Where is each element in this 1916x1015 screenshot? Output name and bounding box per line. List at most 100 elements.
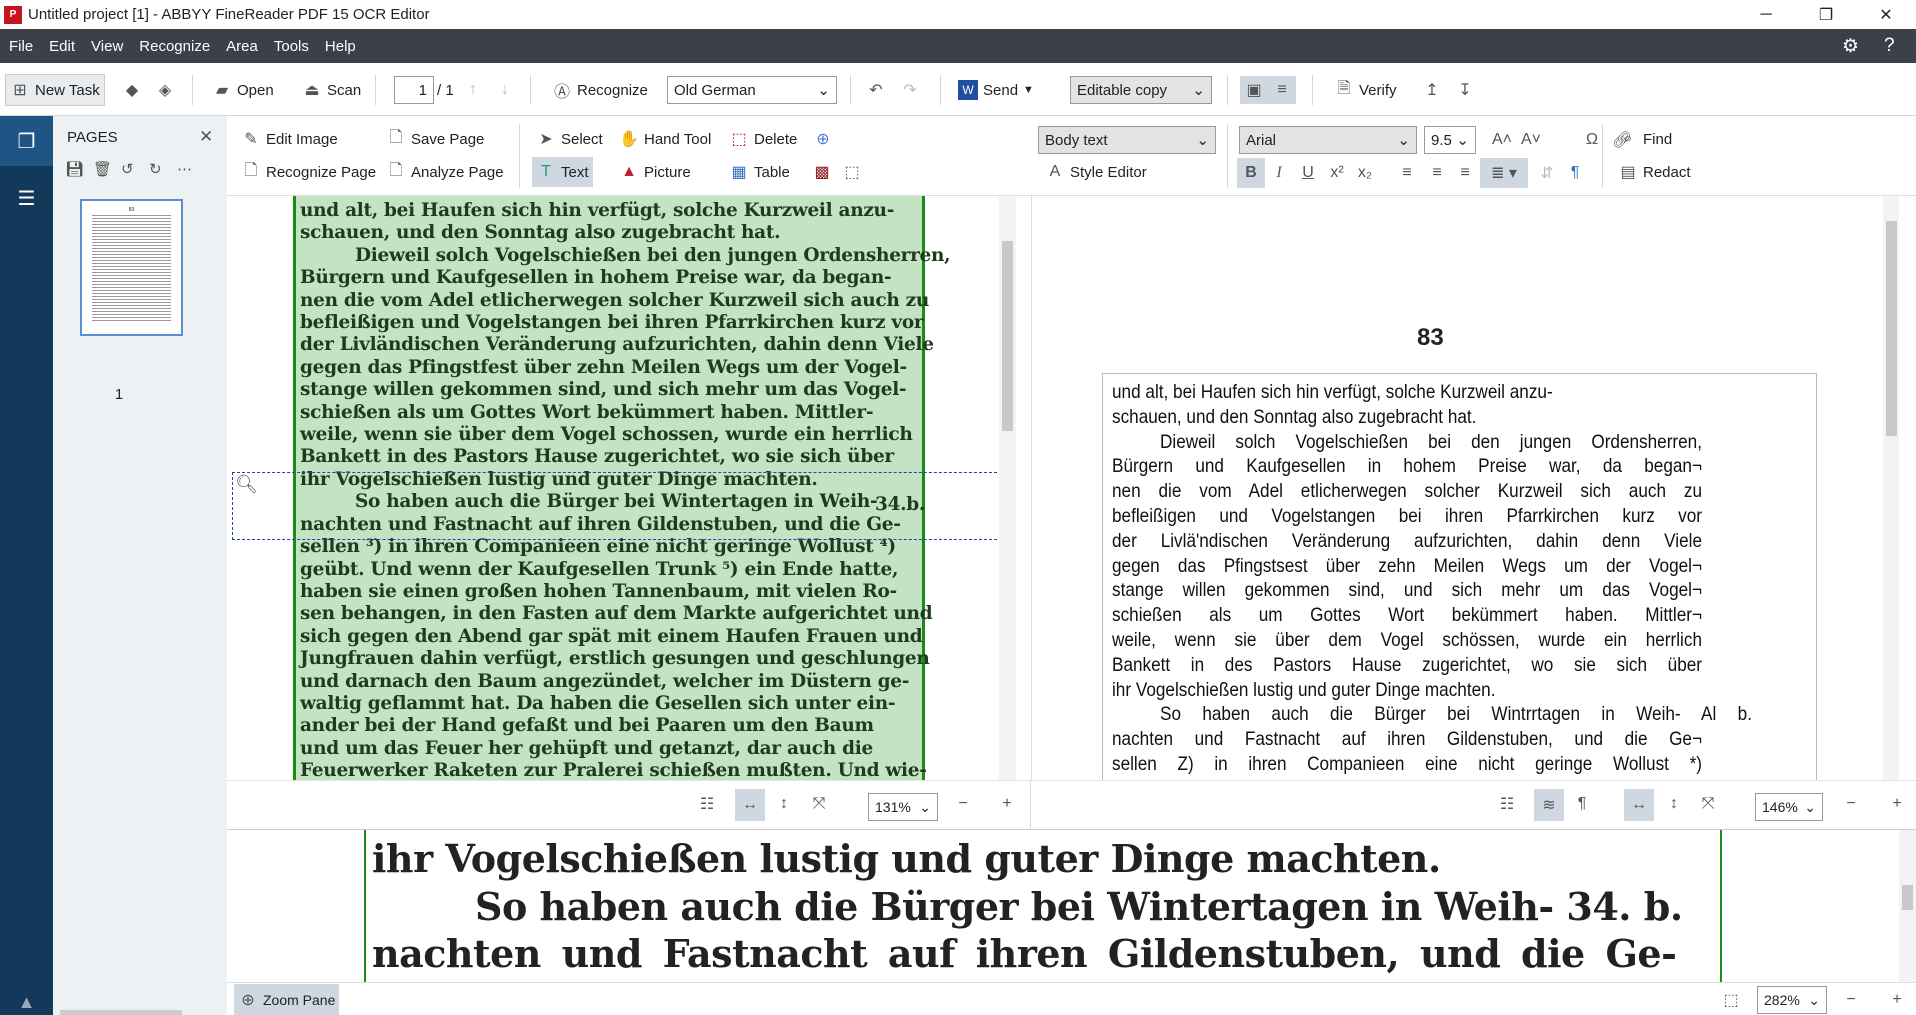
fit-page-icon[interactable]: ⤧ bbox=[1698, 794, 1718, 814]
fit-height-icon[interactable]: ↕ bbox=[774, 794, 794, 814]
page-list-icon[interactable]: ☷ bbox=[697, 794, 717, 814]
save-icon[interactable]: 💾︎ bbox=[65, 160, 84, 178]
menu-help[interactable]: Help bbox=[317, 38, 364, 55]
text-view-icon[interactable]: ≡ bbox=[1268, 76, 1296, 104]
text-pane[interactable]: 83 und alt, bei Haufen sich hin verfügt,… bbox=[1031, 196, 1899, 780]
menu-edit[interactable]: Edit bbox=[41, 38, 83, 55]
picture-area-button[interactable]: ▲ Picture bbox=[615, 157, 695, 187]
menu-recognize[interactable]: Recognize bbox=[131, 38, 218, 55]
send-button[interactable]: W Send ▼ bbox=[954, 75, 1038, 105]
layers-icon[interactable]: ◈ bbox=[155, 80, 175, 100]
add-area-icon[interactable]: ⊕ bbox=[813, 129, 833, 149]
text-area-button[interactable]: T Text bbox=[532, 157, 593, 187]
text-line[interactable]: weile, wenn sie über dem Vogel schössen,… bbox=[1112, 628, 1702, 652]
align-center-icon[interactable]: ≡ bbox=[1427, 163, 1447, 183]
line-spacing-icon[interactable]: ⇵ bbox=[1537, 163, 1557, 183]
more-icon[interactable]: ⋯ bbox=[177, 160, 192, 178]
text-line[interactable]: stange willen gekommen sind, und sich me… bbox=[1112, 578, 1702, 602]
page-number-input[interactable]: 1 bbox=[394, 76, 434, 104]
background-picture-icon[interactable]: ▩ bbox=[812, 162, 832, 182]
text-line[interactable]: Dieweil solch Vogelschießen bei den jung… bbox=[1160, 430, 1702, 454]
save-page-button[interactable]: 🗋 Save Page bbox=[382, 124, 488, 154]
warning-icon[interactable]: ▲ bbox=[0, 992, 53, 1013]
minimize-button[interactable]: ─ bbox=[1736, 0, 1796, 29]
special-character-icon[interactable]: Ω bbox=[1582, 130, 1602, 150]
scan-button[interactable]: ⏏ Scan bbox=[298, 75, 365, 105]
menu-area[interactable]: Area bbox=[218, 38, 266, 55]
font-select[interactable]: Arial ⌄ bbox=[1239, 126, 1417, 154]
fit-height-icon[interactable]: ↕ bbox=[1664, 794, 1684, 814]
help-icon[interactable]: ? bbox=[1884, 35, 1895, 57]
previous-uncertain-icon[interactable]: ↥ bbox=[1422, 80, 1442, 100]
image-zoom-select[interactable]: 131% ⌄ bbox=[868, 793, 938, 821]
zoom-pane-button[interactable]: ⊕ Zoom Pane bbox=[234, 984, 340, 1015]
fit-icon[interactable]: ⬚ bbox=[1721, 990, 1741, 1010]
text-zoom-select[interactable]: 146% ⌄ bbox=[1755, 793, 1823, 821]
text-line[interactable]: Bankett in des Pastors Hause zugerichtet… bbox=[1112, 653, 1702, 677]
subscript-icon[interactable]: x₂ bbox=[1355, 163, 1375, 183]
decrease-font-icon[interactable]: A˅ bbox=[1521, 130, 1541, 150]
close-button[interactable]: ✕ bbox=[1856, 0, 1916, 29]
analyze-page-button[interactable]: 🗋 Analyze Page bbox=[382, 157, 508, 187]
text-line[interactable]: gegen das Pfingstsest über zehn Meilen W… bbox=[1112, 554, 1702, 578]
edit-image-button[interactable]: ✎ Edit Image bbox=[237, 124, 342, 154]
next-uncertain-icon[interactable]: ↧ bbox=[1455, 80, 1475, 100]
verify-button[interactable]: 🗎 Verify bbox=[1330, 75, 1401, 105]
paragraph-style-select[interactable]: Body text ⌄ bbox=[1038, 126, 1216, 154]
text-block[interactable]: und alt, bei Haufen sich hin verfügt, so… bbox=[1102, 373, 1817, 780]
page-thumbnail[interactable]: 83 bbox=[80, 199, 183, 336]
table-area-button[interactable]: ▦ Table bbox=[725, 157, 794, 187]
zoom-in-icon[interactable]: + bbox=[1887, 794, 1907, 814]
next-page-icon[interactable]: ↓ bbox=[495, 80, 515, 100]
zoom-out-icon[interactable]: − bbox=[953, 794, 973, 814]
text-line[interactable]: nen die vom Adel etlicherwegen solcher K… bbox=[1112, 479, 1702, 503]
text-line[interactable]: schauen, und den Sonntag also zugebracht… bbox=[1112, 405, 1702, 429]
new-task-button[interactable]: ⊞ New Task bbox=[5, 74, 105, 106]
add-layers-icon[interactable]: ◆ bbox=[122, 80, 142, 100]
paragraph-marks-icon[interactable]: ¶ bbox=[1565, 163, 1585, 183]
italic-button[interactable]: I bbox=[1269, 163, 1289, 183]
menu-file[interactable]: File bbox=[1, 38, 41, 55]
delete-area-button[interactable]: ⬚ Delete bbox=[725, 124, 801, 154]
zoom-in-icon[interactable]: + bbox=[1887, 990, 1907, 1010]
settings-gear-icon[interactable]: ⚙ bbox=[1842, 35, 1859, 58]
text-line[interactable]: und alt, bei Haufen sich hin verfügt, so… bbox=[1112, 380, 1702, 404]
undo-icon[interactable]: ↶ bbox=[866, 80, 886, 100]
image-view-icon[interactable]: ▣ bbox=[1240, 76, 1268, 104]
open-button[interactable]: ▰ Open bbox=[208, 75, 278, 105]
style-editor-button[interactable]: A Style Editor bbox=[1041, 157, 1151, 187]
select-tool-button[interactable]: ➤ Select bbox=[532, 124, 607, 154]
zoom-pane[interactable]: ihr Vogelschießen lustig und guter Dinge… bbox=[227, 830, 1916, 982]
increase-font-icon[interactable]: A˄ bbox=[1492, 130, 1512, 150]
zoom-out-icon[interactable]: − bbox=[1841, 794, 1861, 814]
underline-button[interactable]: U bbox=[1298, 163, 1318, 183]
bold-button[interactable]: B bbox=[1237, 158, 1265, 188]
fit-page-icon[interactable]: ⤧ bbox=[809, 794, 829, 814]
vertical-scrollbar[interactable] bbox=[999, 196, 1016, 780]
redact-button[interactable]: ▤ Redact bbox=[1614, 157, 1695, 187]
selected-line-box[interactable] bbox=[232, 472, 1007, 540]
align-left-icon[interactable]: ≡ bbox=[1397, 163, 1417, 183]
text-line[interactable]: sellen Z) in ihren Companieen eine nicht… bbox=[1112, 752, 1702, 776]
menu-view[interactable]: View bbox=[83, 38, 131, 55]
zoom-in-icon[interactable]: + bbox=[997, 794, 1017, 814]
highlight-uncertain-icon[interactable]: ≋ bbox=[1534, 789, 1564, 821]
page-list-icon[interactable]: ☷ bbox=[1497, 794, 1517, 814]
hand-tool-button[interactable]: ✋ Hand Tool bbox=[615, 124, 715, 154]
recognize-page-button[interactable]: 🗋 Recognize Page bbox=[237, 157, 380, 187]
align-right-icon[interactable]: ≡ bbox=[1455, 163, 1475, 183]
recognize-button[interactable]: Ⓐ Recognize bbox=[548, 75, 652, 105]
fit-width-icon[interactable]: ↔ bbox=[1624, 789, 1654, 821]
find-button[interactable]: ⌕ Find bbox=[1614, 124, 1676, 154]
barcode-area-icon[interactable]: ⬚ bbox=[842, 162, 862, 182]
redo-icon[interactable]: ↷ bbox=[900, 80, 920, 100]
zoom-out-icon[interactable]: − bbox=[1841, 990, 1861, 1010]
text-line[interactable]: ihr Vogelschießen lustig und guter Dinge… bbox=[1112, 678, 1702, 702]
close-panel-icon[interactable]: ✕ bbox=[199, 127, 213, 147]
zoom-pane-zoom-select[interactable]: 282% ⌄ bbox=[1757, 986, 1827, 1014]
pages-icon[interactable]: ❐ bbox=[0, 116, 53, 166]
font-size-select[interactable]: 9.5 ⌄ bbox=[1424, 126, 1476, 154]
text-line[interactable]: schießen als um Gottes Wort bekümmert ha… bbox=[1112, 603, 1702, 627]
restore-button[interactable]: ❐ bbox=[1796, 0, 1856, 29]
language-select[interactable]: Old German ⌄ bbox=[667, 76, 837, 104]
